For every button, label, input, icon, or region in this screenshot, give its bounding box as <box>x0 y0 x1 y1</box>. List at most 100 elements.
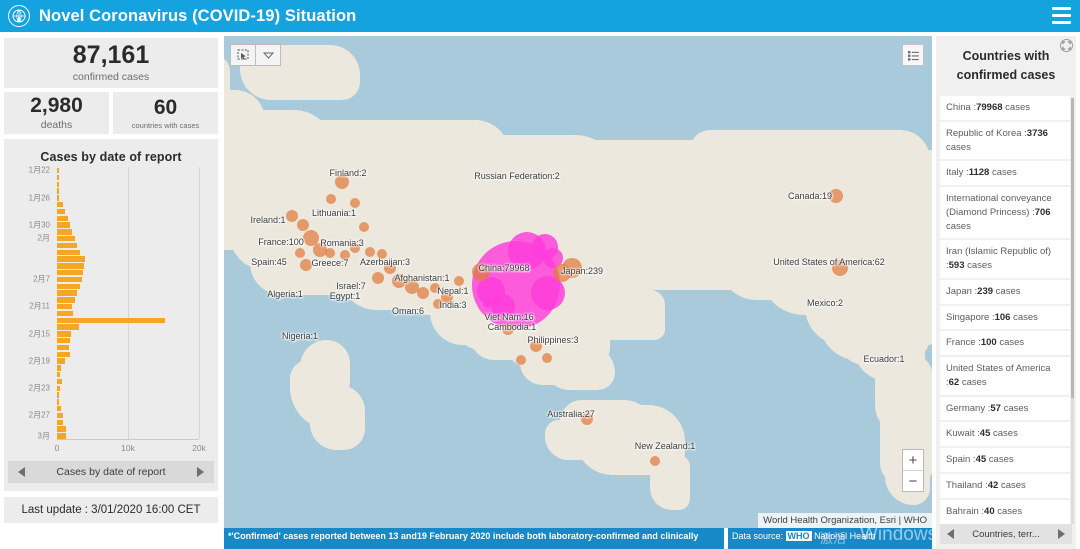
chart-bar[interactable] <box>57 249 80 255</box>
chart-bar[interactable] <box>57 324 79 330</box>
chart-bar[interactable] <box>57 406 62 412</box>
triangle-left-icon[interactable] <box>18 467 25 477</box>
map-case-bubble[interactable] <box>829 189 843 203</box>
chart-bar[interactable] <box>57 378 62 385</box>
chart-bar[interactable] <box>57 433 67 439</box>
chart-bar[interactable] <box>57 168 60 174</box>
chart-bar[interactable] <box>57 181 59 187</box>
chart-bar[interactable] <box>57 365 62 371</box>
world-map[interactable]: Finland:2 Russian Federation:2 Lithuania:1… <box>224 36 932 528</box>
chart-bar[interactable] <box>57 419 64 425</box>
chart-bar[interactable] <box>57 263 84 269</box>
country-list-item[interactable]: Spain :45 cases <box>940 448 1070 473</box>
chart-bar[interactable] <box>57 188 59 194</box>
map-zoom-controls[interactable]: + − <box>902 449 924 492</box>
chart-bar[interactable] <box>57 351 71 357</box>
country-list-item[interactable]: Republic of Korea :3736 cases <box>940 121 1070 160</box>
map-case-bubble[interactable] <box>417 287 429 299</box>
chart-bar[interactable] <box>57 304 72 310</box>
chart-bar[interactable] <box>57 331 72 337</box>
map-case-bubble[interactable] <box>350 198 360 208</box>
chart-bar[interactable] <box>57 174 59 181</box>
map-case-bubble[interactable] <box>326 194 336 204</box>
chart-bar[interactable] <box>57 195 60 201</box>
map-case-bubble[interactable] <box>300 259 312 271</box>
triangle-left-icon[interactable] <box>947 529 954 539</box>
country-list-pager[interactable]: Countries, terr... <box>940 524 1072 544</box>
chart-bar[interactable] <box>57 310 74 317</box>
chart-bar[interactable] <box>57 297 75 303</box>
country-list-item[interactable]: Thailand :42 cases <box>940 474 1070 498</box>
map-case-bubble[interactable] <box>562 258 582 278</box>
map-case-bubble[interactable] <box>365 247 375 257</box>
chart-bar[interactable] <box>57 215 68 221</box>
country-list[interactable]: China :79968 cases Republic of Korea :373… <box>936 96 1076 526</box>
chart-bar[interactable] <box>57 283 81 289</box>
legend-list-icon[interactable] <box>902 44 924 66</box>
map-case-bubble[interactable] <box>516 355 526 365</box>
map-case-bubble[interactable] <box>542 353 552 363</box>
map-case-bubble[interactable] <box>472 263 490 281</box>
chart-bar[interactable] <box>57 372 60 378</box>
map-case-bubble[interactable] <box>359 222 369 232</box>
chart-bar[interactable] <box>57 202 63 208</box>
map-case-bubble[interactable] <box>433 299 443 309</box>
chart-bar[interactable] <box>57 385 61 391</box>
country-list-item[interactable]: China :79968 cases <box>940 96 1070 120</box>
map-case-bubble[interactable] <box>454 276 464 286</box>
map-case-bubble[interactable] <box>430 283 440 293</box>
chart-bar[interactable] <box>57 270 84 276</box>
country-list-item[interactable]: International conveyance (Diamond Prince… <box>940 187 1070 239</box>
map-case-bubble[interactable] <box>325 248 335 258</box>
chart-bar[interactable] <box>57 256 85 262</box>
map-select-tool[interactable] <box>230 44 281 66</box>
country-list-item[interactable]: United States of America :62 cases <box>940 357 1070 395</box>
chart-bar[interactable] <box>57 338 71 344</box>
chart-bar[interactable] <box>57 290 77 296</box>
country-list-item[interactable]: Bahrain :40 cases <box>940 499 1070 524</box>
map-case-bubble[interactable] <box>483 298 493 308</box>
country-list-item[interactable]: Iran (Islamic Republic of) :593 cases <box>940 240 1070 278</box>
map-case-bubble[interactable] <box>650 456 660 466</box>
chart-bar[interactable] <box>57 426 66 432</box>
country-list-item[interactable]: Japan :239 cases <box>940 279 1070 304</box>
map-case-bubble[interactable] <box>297 219 309 231</box>
map-case-bubble[interactable] <box>384 262 396 274</box>
chevron-down-icon[interactable] <box>256 45 280 65</box>
country-list-item[interactable]: Singapore :106 cases <box>940 305 1070 330</box>
chart-bar[interactable] <box>57 208 65 215</box>
map-case-bubble[interactable] <box>581 413 593 425</box>
chart-bar[interactable] <box>57 412 63 419</box>
chart-bar[interactable] <box>57 276 82 283</box>
chart-pager[interactable]: Cases by date of report <box>8 461 214 483</box>
chart-bar[interactable] <box>57 242 77 249</box>
map-case-bubble[interactable] <box>340 250 350 260</box>
chart-bar[interactable] <box>57 344 70 351</box>
country-list-item[interactable]: France :100 cases <box>940 331 1070 356</box>
hamburger-menu-icon[interactable] <box>1052 7 1071 24</box>
chart-bar[interactable] <box>57 399 60 405</box>
chart-bar[interactable] <box>57 236 76 242</box>
country-list-item[interactable]: Italy :1128 cases <box>940 161 1070 186</box>
map-case-bubble[interactable] <box>335 175 349 189</box>
chart-bar[interactable] <box>57 392 60 398</box>
map-case-bubble[interactable] <box>832 260 848 276</box>
map-case-bubble[interactable] <box>286 210 298 222</box>
country-list-item[interactable]: Kuwait :45 cases <box>940 422 1070 447</box>
map-case-bubble[interactable] <box>392 274 406 288</box>
expand-panel-icon[interactable] <box>1060 39 1073 52</box>
map-case-bubble[interactable] <box>491 294 515 318</box>
chart-bar[interactable] <box>57 358 65 364</box>
chart-bar[interactable] <box>57 222 70 228</box>
map-case-bubble[interactable] <box>377 249 387 259</box>
country-list-item[interactable]: Germany :57 cases <box>940 396 1070 421</box>
chart-bar[interactable] <box>57 317 165 323</box>
map-case-bubble[interactable] <box>530 340 542 352</box>
triangle-right-icon[interactable] <box>1058 529 1065 539</box>
zoom-in-button[interactable]: + <box>903 450 923 470</box>
country-list-scrollbar[interactable] <box>1071 98 1074 524</box>
chart-bar[interactable] <box>57 229 72 235</box>
map-case-bubble[interactable] <box>502 323 514 335</box>
select-tool-icon[interactable] <box>231 45 255 65</box>
map-case-bubble[interactable] <box>295 248 305 258</box>
